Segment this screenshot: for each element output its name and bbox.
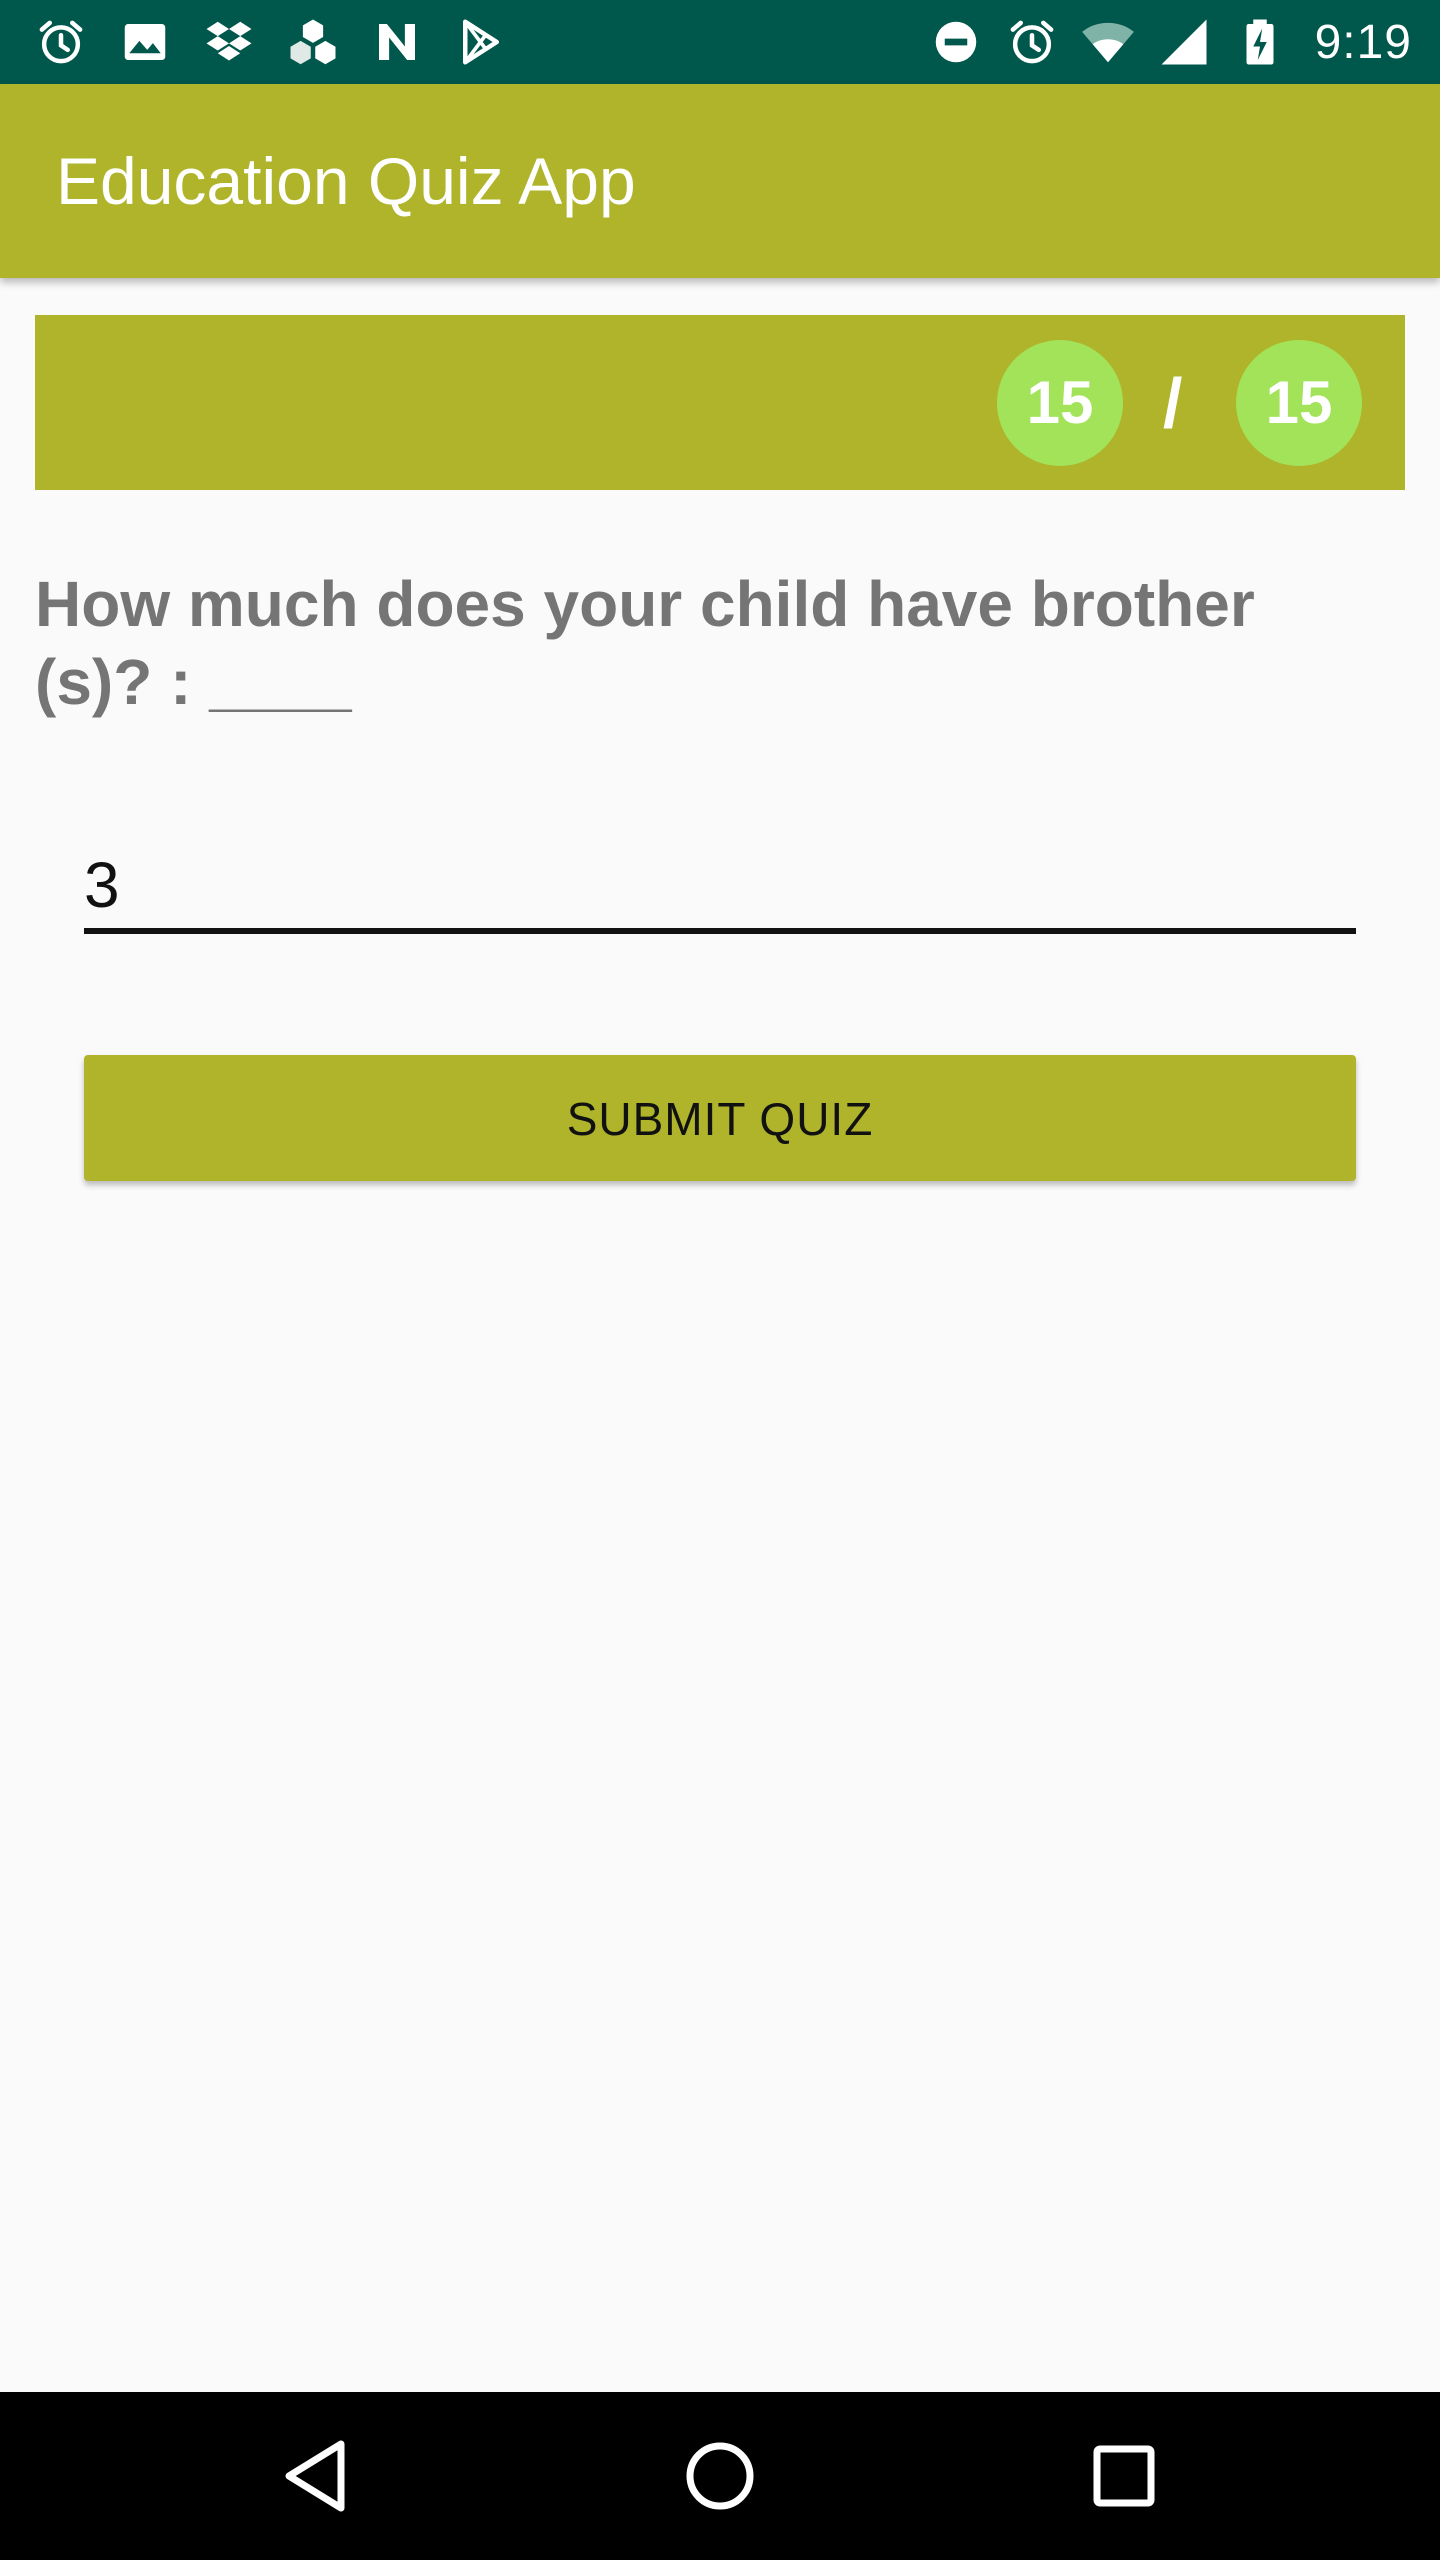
status-bar-right-icons: 9:19 (929, 0, 1412, 84)
app-bar: Education Quiz App (0, 84, 1440, 278)
alarm-icon (1010, 20, 1053, 64)
signal-icon (1161, 19, 1207, 65)
dropbox-icon (206, 21, 252, 61)
progress-banner: 15 / 15 (35, 315, 1405, 490)
status-bar: 9:19 (0, 0, 1440, 84)
recents-icon (1093, 2445, 1155, 2507)
status-time: 9:19 (1314, 15, 1412, 69)
total-questions-badge: 15 (1236, 340, 1362, 466)
question-text: How much does your child have brother (s… (35, 568, 1255, 718)
recents-button[interactable] (1074, 2426, 1174, 2526)
app-title: Education Quiz App (56, 144, 636, 218)
n-logo-icon (379, 24, 415, 60)
back-icon (285, 2440, 345, 2512)
answer-input[interactable] (84, 842, 1356, 934)
screen: 9:19 Education Quiz App 15 / 15 How much… (0, 0, 1440, 2560)
play-store-icon (463, 19, 499, 65)
battery-charging-icon (1246, 19, 1274, 65)
alarm-icon (39, 20, 83, 64)
home-button[interactable] (670, 2426, 770, 2526)
status-bar-left-icons (34, 0, 508, 84)
current-question-badge: 15 (997, 340, 1123, 466)
cubes-icon (290, 19, 336, 65)
back-button[interactable] (266, 2426, 366, 2526)
image-icon (124, 24, 166, 60)
submit-quiz-button[interactable]: SUBMIT QUIZ (84, 1055, 1356, 1181)
wifi-icon (1081, 22, 1134, 63)
navigation-bar (0, 2392, 1440, 2560)
do-not-disturb-icon (935, 21, 976, 63)
home-icon (686, 2442, 754, 2510)
